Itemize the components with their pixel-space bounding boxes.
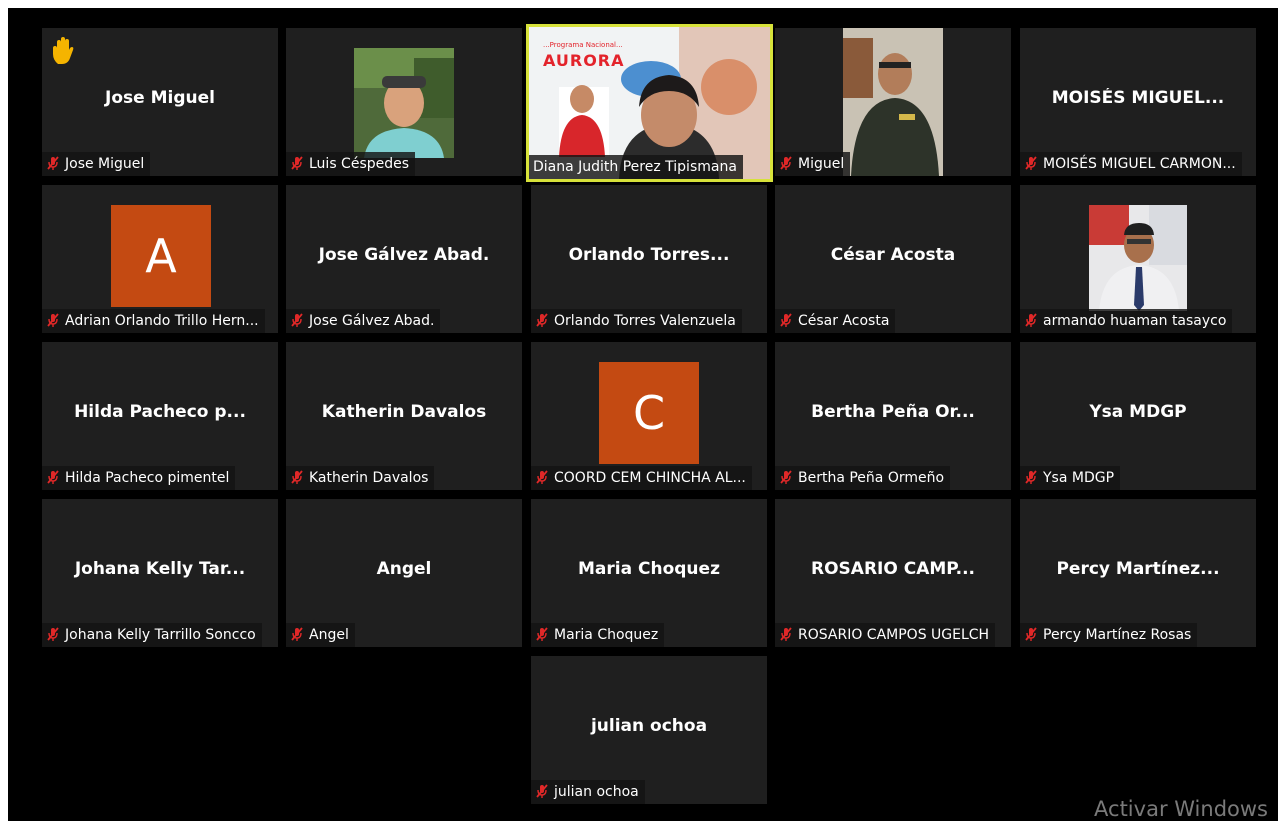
mic-muted-icon [1025, 156, 1037, 170]
participant-tile[interactable]: Maria Choquez Maria Choquez [531, 499, 767, 647]
participant-display-name: Orlando Torres... [568, 245, 730, 265]
participant-display-name: Bertha Peña Or... [811, 402, 975, 422]
participant-name-label: Jose Gálvez Abad. [286, 309, 441, 333]
participant-display-name: Katherin Davalos [321, 402, 487, 422]
participant-tile[interactable]: Johana Kelly Tar... Johana Kelly Tarrill… [42, 499, 278, 647]
participant-name-label: Percy Martínez Rosas [1020, 623, 1198, 647]
mic-muted-icon [536, 470, 548, 484]
mic-muted-icon [780, 156, 792, 170]
participant-tile[interactable]: julian ochoa julian ochoa [531, 656, 767, 804]
participant-tile[interactable]: ROSARIO CAMP... ROSARIO CAMPOS UGELCH [775, 499, 1011, 647]
participant-video [843, 28, 943, 176]
participant-tile[interactable]: C COORD CEM CHINCHA AL... [531, 342, 767, 490]
mic-muted-icon [1025, 627, 1037, 641]
participant-video [1089, 205, 1187, 311]
participant-tile-active-speaker[interactable]: ...Programa Nacional... AURORA Diana Jud… [526, 24, 773, 182]
participant-name-label: Ysa MDGP [1020, 466, 1121, 490]
participant-name-label: Adrian Orlando Trillo Hern... [42, 309, 265, 333]
participant-name-label: Johana Kelly Tarrillo Soncco [42, 623, 262, 647]
participant-name-label: Maria Choquez [531, 623, 665, 647]
mic-muted-icon [536, 313, 548, 327]
mic-muted-icon [291, 470, 303, 484]
participant-name-label: Bertha Peña Ormeño [775, 466, 951, 490]
mic-muted-icon [291, 156, 303, 170]
participant-display-name: MOISÉS MIGUEL... [1051, 88, 1225, 108]
mic-muted-icon [780, 313, 792, 327]
windows-activation-watermark: Activar Windows [1094, 797, 1268, 821]
participant-tile[interactable]: César Acosta César Acosta [775, 185, 1011, 333]
mic-muted-icon [780, 470, 792, 484]
mic-muted-icon [1025, 313, 1037, 327]
participant-display-name: Jose Miguel [105, 88, 215, 108]
mic-muted-icon [536, 784, 548, 798]
participant-tile[interactable]: Jose Gálvez Abad. Jose Gálvez Abad. [286, 185, 522, 333]
participant-avatar: A [111, 205, 211, 307]
mic-muted-icon [47, 313, 59, 327]
banner-title: AURORA [543, 51, 625, 70]
participant-tile[interactable]: Miguel [775, 28, 1011, 176]
participant-tile[interactable]: Orlando Torres... Orlando Torres Valenzu… [531, 185, 767, 333]
participant-display-name: Maria Choquez [578, 559, 720, 579]
participant-display-name: Angel [376, 559, 432, 579]
participant-name-label: Luis Céspedes [286, 152, 416, 176]
participant-name-label: MOISÉS MIGUEL CARMON... [1020, 152, 1242, 176]
mic-muted-icon [1025, 470, 1037, 484]
participant-display-name: julian ochoa [590, 716, 708, 736]
participant-tile[interactable]: Ysa MDGP Ysa MDGP [1020, 342, 1256, 490]
participant-name-label: julian ochoa [531, 780, 645, 804]
participant-display-name: Ysa MDGP [1089, 402, 1187, 422]
mic-muted-icon [536, 627, 548, 641]
mic-muted-icon [291, 313, 303, 327]
participant-name-label: Diana Judith Perez Tipismana [529, 155, 743, 179]
participant-display-name: Percy Martínez... [1056, 559, 1220, 579]
participant-display-name: Johana Kelly Tar... [74, 559, 246, 579]
banner-subtitle: ...Programa Nacional... [543, 41, 623, 49]
participant-name-label: COORD CEM CHINCHA AL... [531, 466, 752, 490]
participant-tile[interactable]: Percy Martínez... Percy Martínez Rosas [1020, 499, 1256, 647]
participant-tile[interactable]: Bertha Peña Or... Bertha Peña Ormeño [775, 342, 1011, 490]
video-gallery: Jose Miguel Jose Miguel Luis Céspedes ..… [8, 8, 1278, 821]
participant-name-label: Hilda Pacheco pimentel [42, 466, 236, 490]
participant-tile[interactable]: Hilda Pacheco p... Hilda Pacheco pimente… [42, 342, 278, 490]
participant-avatar: C [599, 362, 699, 464]
participant-name-label: ROSARIO CAMPOS UGELCH [775, 623, 996, 647]
participant-name-label: Miguel [775, 152, 851, 176]
mic-muted-icon [291, 627, 303, 641]
participant-video [354, 48, 454, 158]
participant-name-label: armando huaman tasayco [1020, 309, 1233, 333]
participant-display-name: ROSARIO CAMP... [811, 559, 975, 579]
participant-name-label: Jose Miguel [42, 152, 151, 176]
participant-name-label: Angel [286, 623, 355, 647]
participant-tile[interactable]: MOISÉS MIGUEL... MOISÉS MIGUEL CARMON... [1020, 28, 1256, 176]
mic-muted-icon [47, 470, 59, 484]
mic-muted-icon [47, 156, 59, 170]
participant-tile[interactable]: Katherin Davalos Katherin Davalos [286, 342, 522, 490]
participant-display-name: Hilda Pacheco p... [74, 402, 246, 422]
mic-muted-icon [47, 627, 59, 641]
participant-display-name: César Acosta [830, 245, 956, 265]
participant-tile[interactable]: armando huaman tasayco [1020, 185, 1256, 333]
participant-name-label: Orlando Torres Valenzuela [531, 309, 742, 333]
participant-tile[interactable]: Luis Céspedes [286, 28, 522, 176]
participant-tile[interactable]: Jose Miguel Jose Miguel [42, 28, 278, 176]
participant-display-name: Jose Gálvez Abad. [318, 245, 490, 265]
participant-tile[interactable]: Angel Angel [286, 499, 522, 647]
raised-hand-icon [53, 37, 74, 64]
participant-name-label: Katherin Davalos [286, 466, 435, 490]
mic-muted-icon [780, 627, 792, 641]
participant-name-label: César Acosta [775, 309, 896, 333]
participant-tile[interactable]: A Adrian Orlando Trillo Hern... [42, 185, 278, 333]
